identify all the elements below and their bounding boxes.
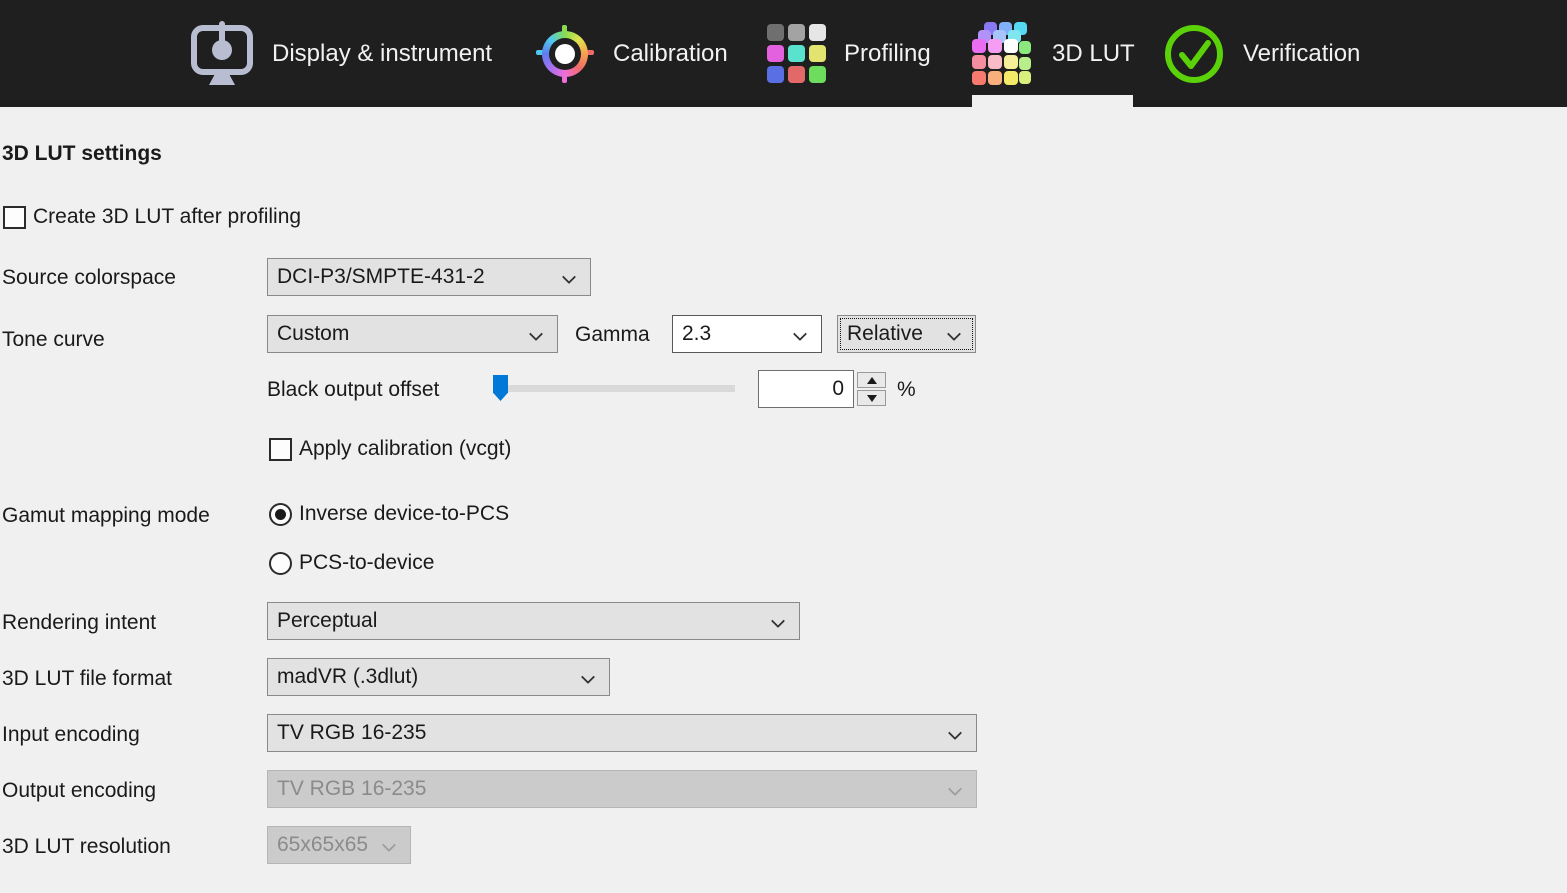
tone-curve-select[interactable]: Custom	[267, 315, 558, 353]
calibration-icon	[535, 24, 595, 84]
apply-calibration-checkbox[interactable]	[269, 437, 292, 461]
slider-track[interactable]	[495, 385, 735, 392]
verification-icon	[1165, 24, 1223, 83]
tab-verification[interactable]: Verification	[1163, 0, 1360, 107]
tab-label: Display & instrument	[272, 39, 493, 67]
selected-value: Perceptual	[277, 609, 378, 632]
output-encoding-label: Output encoding	[2, 779, 157, 802]
page-title: 3D LUT settings	[2, 142, 162, 165]
stepper-down-button[interactable]	[857, 390, 886, 406]
percent-unit-label: %	[897, 378, 916, 401]
chevron-down-icon	[528, 326, 544, 342]
selected-value: Custom	[277, 322, 350, 345]
chevron-down-icon	[947, 781, 963, 797]
rendering-intent-select[interactable]: Perceptual	[267, 602, 800, 640]
tab-profiling[interactable]: Profiling	[767, 0, 931, 107]
gamma-value: 2.3	[682, 322, 712, 345]
slider-handle[interactable]	[493, 375, 508, 401]
input-encoding-label: Input encoding	[2, 723, 140, 746]
create-lut-label: Create 3D LUT after profiling	[33, 205, 302, 228]
stepper-up-button[interactable]	[857, 372, 886, 388]
rendering-intent-label: Rendering intent	[2, 611, 157, 634]
radio-label: Inverse device-to-PCS	[299, 502, 510, 525]
gamma-mode-select[interactable]: Relative	[837, 315, 976, 353]
tab-calibration[interactable]: Calibration	[535, 0, 728, 107]
tone-curve-label: Tone curve	[2, 328, 105, 351]
tab-label: 3D LUT	[1052, 39, 1135, 67]
selected-value: DCI-P3/SMPTE-431-2	[277, 265, 485, 288]
gamma-mode-value: Relative	[847, 322, 923, 345]
gamma-combobox[interactable]: 2.3	[672, 315, 822, 353]
displaycal-window: Display & instrument Calibration Profili…	[0, 0, 1567, 893]
selected-value: TV RGB 16-235	[277, 721, 427, 744]
radio-pcs-to-device[interactable]	[269, 551, 292, 575]
tab-label: Calibration	[613, 39, 728, 67]
create-lut-checkbox-row: Create 3D LUT after profiling	[3, 205, 301, 229]
chevron-down-icon	[947, 725, 963, 741]
gamut-mapping-option-row: PCS-to-device	[269, 551, 434, 575]
create-lut-checkbox[interactable]	[3, 205, 26, 229]
profiling-icon	[767, 24, 826, 83]
file-format-label: 3D LUT file format	[2, 667, 172, 690]
selected-value: TV RGB 16-235	[277, 777, 427, 800]
source-colorspace-select[interactable]: DCI-P3/SMPTE-431-2	[267, 258, 591, 296]
active-tab-indicator	[972, 95, 1133, 107]
output-encoding-select: TV RGB 16-235	[267, 770, 977, 808]
gamut-mapping-option-row: Inverse device-to-PCS	[269, 502, 509, 526]
input-encoding-select[interactable]: TV RGB 16-235	[267, 714, 977, 752]
black-output-offset-label: Black output offset	[267, 378, 440, 401]
lut-resolution-label: 3D LUT resolution	[2, 835, 171, 858]
chevron-down-icon	[946, 326, 962, 342]
display-instrument-icon	[191, 20, 253, 85]
radio-dot	[275, 508, 286, 520]
black-output-offset-input[interactable]	[758, 370, 854, 408]
source-colorspace-label: Source colorspace	[2, 266, 176, 289]
main-tab-bar: Display & instrument Calibration Profili…	[0, 0, 1567, 107]
file-format-select[interactable]: madVR (.3dlut)	[267, 658, 610, 696]
radio-inverse-device-to-pcs[interactable]	[269, 502, 292, 526]
gamut-mapping-label: Gamut mapping mode	[2, 504, 210, 527]
lut-cube-icon	[972, 21, 1031, 85]
selected-value: madVR (.3dlut)	[277, 665, 419, 688]
tab-display-instrument[interactable]: Display & instrument	[190, 0, 492, 107]
chevron-down-icon	[792, 326, 808, 342]
tab-label: Verification	[1243, 39, 1361, 67]
chevron-down-icon	[561, 269, 577, 285]
black-output-offset-slider[interactable]	[490, 374, 740, 404]
lut-resolution-select: 65x65x65	[267, 826, 411, 864]
triangle-up-icon	[866, 376, 877, 384]
chevron-down-icon	[770, 613, 786, 629]
triangle-down-icon	[866, 394, 877, 402]
tab-label: Profiling	[844, 39, 931, 67]
radio-label: PCS-to-device	[299, 551, 435, 574]
selected-value: 65x65x65	[277, 833, 369, 856]
tab-3d-lut[interactable]: 3D LUT	[968, 0, 1135, 107]
apply-calibration-label: Apply calibration (vcgt)	[299, 437, 512, 460]
chevron-down-icon	[580, 669, 596, 685]
chevron-down-icon	[381, 837, 397, 853]
apply-calibration-row: Apply calibration (vcgt)	[269, 437, 511, 461]
gamma-label: Gamma	[575, 323, 650, 346]
black-output-offset-stepper	[857, 372, 886, 406]
